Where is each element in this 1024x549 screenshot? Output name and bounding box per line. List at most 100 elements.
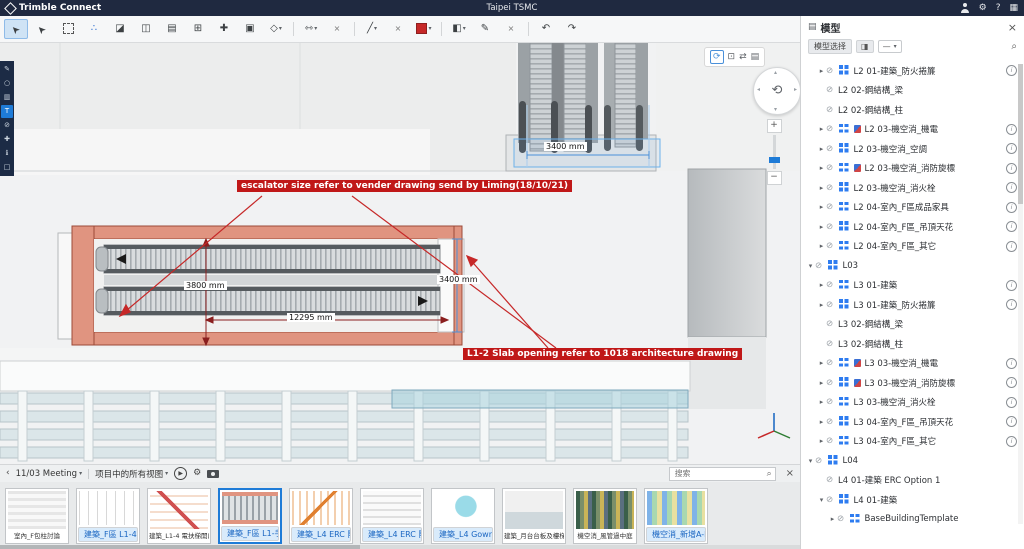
- markup-draw-tool[interactable]: ✎: [473, 19, 497, 39]
- paint-selection-tool[interactable]: ◪: [108, 19, 132, 39]
- visibility-off-icon[interactable]: ⊘: [826, 436, 838, 446]
- view-thumbnail[interactable]: 建築_L4 ERC 防火區: [289, 488, 353, 544]
- model-tree-row[interactable]: ▸⊘L2 03-機空消_消火栓i: [801, 178, 1024, 198]
- model-tree-row[interactable]: ▸⊘L2 01-建築_防火捲簾i: [801, 61, 1024, 81]
- undo-button[interactable]: ↶: [534, 19, 558, 39]
- info-icon[interactable]: i: [1006, 124, 1017, 135]
- caret-icon[interactable]: ▾: [806, 262, 815, 270]
- info-icon[interactable]: i: [1006, 202, 1017, 213]
- caret-icon[interactable]: ▸: [817, 125, 826, 133]
- split-view-tool[interactable]: ◧▾: [447, 19, 471, 39]
- visibility-off-icon[interactable]: ⊘: [826, 202, 838, 212]
- caret-icon[interactable]: ▾: [806, 457, 815, 465]
- search-icon[interactable]: ⌕: [767, 469, 772, 479]
- visibility-off-icon[interactable]: ⊘: [826, 339, 838, 349]
- caret-icon[interactable]: ▸: [817, 379, 826, 387]
- info-icon[interactable]: i: [1006, 182, 1017, 193]
- capture-view-button[interactable]: [207, 470, 219, 478]
- orbit-navigation-widget[interactable]: ▴ ▾ ◂ ▸ ⟲: [753, 67, 800, 115]
- viewport-3d[interactable]: escalator size refer to vender drawing s…: [0, 43, 800, 464]
- markup-line-tool[interactable]: ╱▾: [360, 19, 384, 39]
- visibility-off-icon[interactable]: ⊘: [826, 378, 838, 388]
- view-thumbnail[interactable]: 建築_F區 L1-4 側板牆: [76, 488, 140, 544]
- model-tree-row[interactable]: ▸⊘L2 04-室內_F區_吊頂天花i: [801, 217, 1024, 237]
- info-icon[interactable]: i: [1006, 280, 1017, 291]
- pick-add-tool[interactable]: ➤: [30, 19, 54, 39]
- info-icon[interactable]: i: [1006, 221, 1017, 232]
- clear-measure-button[interactable]: ×: [325, 19, 349, 39]
- model-tree-row[interactable]: ▸⊘L2 04-室內_F區_其它i: [801, 237, 1024, 257]
- caret-icon[interactable]: ▸: [817, 145, 826, 153]
- model-tree-row[interactable]: ▸⊘L3 03-機空消_機電i: [801, 354, 1024, 374]
- zoom-slider-handle[interactable]: [769, 157, 780, 163]
- model-tree-row[interactable]: ⊘L2 02-鋼結構_梁: [801, 81, 1024, 101]
- view-thumbnail[interactable]: 室內_F包柱討論: [5, 488, 69, 544]
- view-thumbnail[interactable]: 建築_L1-4 電扶梯開口2: [147, 488, 211, 544]
- caret-icon[interactable]: ▸: [828, 515, 837, 523]
- view-thumbnail[interactable]: 建築_F區 L1-手扶梯: [218, 488, 282, 544]
- refresh-view-icon[interactable]: ⟳: [710, 50, 724, 64]
- zoom-in-button[interactable]: +: [767, 119, 782, 133]
- filter-button[interactable]: ◨: [856, 40, 874, 53]
- grouping-dropdown[interactable]: — ▾: [878, 40, 902, 53]
- visibility-off-icon[interactable]: ⊘: [826, 397, 838, 407]
- caret-icon[interactable]: ▸: [817, 398, 826, 406]
- visibility-off-icon[interactable]: ⊘: [826, 417, 838, 427]
- visibility-off-icon[interactable]: ⊘: [826, 124, 838, 134]
- model-tree-row[interactable]: ▸⊘L2 03-機空消_消防旋標i: [801, 159, 1024, 179]
- panel-scrollbar-thumb[interactable]: [1018, 64, 1023, 204]
- help-icon[interactable]: ?: [996, 3, 1001, 13]
- model-tree-row[interactable]: ▸⊘L2 03-機空消_空調i: [801, 139, 1024, 159]
- model-hierarchy-tool[interactable]: ∴: [82, 19, 106, 39]
- markup-pen-icon[interactable]: ✎: [1, 63, 13, 76]
- settings-icon[interactable]: ⚙: [979, 3, 987, 13]
- add-markup-icon[interactable]: ✚: [1, 133, 13, 146]
- views-settings-button[interactable]: ⚙: [193, 469, 201, 478]
- screenshot-icon[interactable]: ⊡: [728, 51, 736, 63]
- user-icon[interactable]: [960, 3, 970, 13]
- escalator-3d-model[interactable]: [506, 43, 660, 171]
- visibility-off-icon[interactable]: ⊘: [826, 66, 838, 76]
- caret-icon[interactable]: ▸: [817, 223, 826, 231]
- caret-icon[interactable]: ▸: [817, 67, 826, 75]
- model-tree-row[interactable]: ⊘L3 02-鋼結構_梁: [801, 315, 1024, 335]
- model-select-button[interactable]: 模型选择: [808, 39, 852, 54]
- visibility-off-icon[interactable]: ⊘: [826, 495, 838, 505]
- meeting-dropdown[interactable]: 11/03 Meeting ▾: [16, 469, 82, 479]
- info-icon[interactable]: i: [1006, 397, 1017, 408]
- caret-icon[interactable]: ▾: [817, 496, 826, 504]
- view-thumbnail[interactable]: 機空消_風管過中庭: [573, 488, 637, 544]
- hide-object-icon[interactable]: ⊘: [1, 119, 13, 132]
- markup-color-swatch[interactable]: ▾: [412, 19, 436, 39]
- clear-markup-button[interactable]: ×: [386, 19, 410, 39]
- info-icon[interactable]: i: [1006, 416, 1017, 427]
- markup-shape-icon[interactable]: ○: [1, 77, 13, 90]
- view-thumbnail[interactable]: 建築_月台台板及樓梯: [502, 488, 566, 544]
- caret-icon[interactable]: ▸: [817, 359, 826, 367]
- visibility-off-icon[interactable]: ⊘: [826, 319, 838, 329]
- panel-scrollbar[interactable]: [1018, 64, 1023, 524]
- visibility-off-icon[interactable]: ⊘: [826, 222, 838, 232]
- markup-text-icon[interactable]: T: [1, 105, 13, 118]
- thumbnail-scrollbar[interactable]: [0, 545, 800, 549]
- caret-icon[interactable]: ▸: [817, 242, 826, 250]
- info-icon[interactable]: i: [1006, 65, 1017, 76]
- visibility-off-icon[interactable]: ⊘: [826, 300, 838, 310]
- orbit-center-icon[interactable]: ⟲: [754, 68, 800, 114]
- visibility-off-icon[interactable]: ⊘: [815, 261, 827, 271]
- object-properties-tool[interactable]: ▤: [160, 19, 184, 39]
- zoom-out-button[interactable]: −: [767, 171, 782, 185]
- views-filter-dropdown[interactable]: 项目中的所有视图 ▾: [95, 468, 168, 480]
- measure-tool[interactable]: ⇿▾: [299, 19, 323, 39]
- ceiling-grid[interactable]: [0, 390, 688, 461]
- info-icon[interactable]: i: [1006, 143, 1017, 154]
- visibility-off-icon[interactable]: ⊘: [826, 475, 838, 485]
- markup-annotation[interactable]: L1-2 Slab opening refer to 1018 architec…: [463, 348, 742, 360]
- play-views-button[interactable]: ▶: [174, 467, 187, 480]
- view-thumbnail[interactable]: 建築_L4 ERC 防火區: [360, 488, 424, 544]
- view-thumbnail[interactable]: 建築_L4 Gown防火區: [431, 488, 495, 544]
- caret-icon[interactable]: ▸: [817, 418, 826, 426]
- model-tree-row[interactable]: ⊘L4 01-建築 ERC Option 1: [801, 471, 1024, 491]
- escalator-plan-model[interactable]: [58, 226, 464, 345]
- model-tree-row[interactable]: ⊘L2 02-鋼結構_柱: [801, 100, 1024, 120]
